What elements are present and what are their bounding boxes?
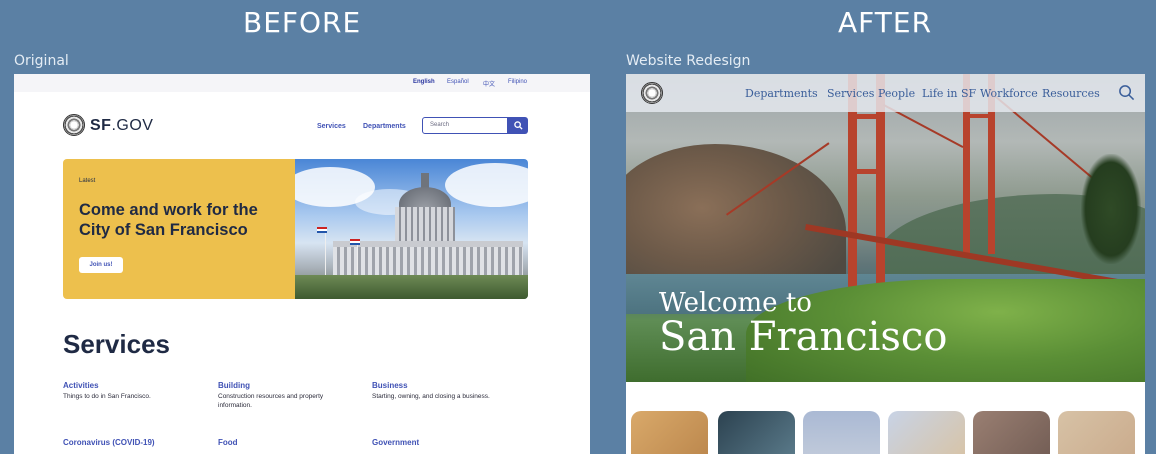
nav-departments[interactable]: Departments xyxy=(745,87,818,100)
before-screenshot: English Español 中文 Filipino SF.GOV Servi… xyxy=(14,74,590,454)
service-coronavirus[interactable]: Coronavirus (COVID-19) xyxy=(63,438,155,447)
welcome-line-2: San Francisco xyxy=(659,314,948,360)
service-business[interactable]: Business xyxy=(372,381,408,390)
category-tile[interactable] xyxy=(973,411,1050,454)
before-heading: BEFORE xyxy=(243,6,362,39)
language-chinese[interactable]: 中文 xyxy=(483,79,495,88)
language-bar: English Español 中文 Filipino xyxy=(14,74,590,92)
join-us-button[interactable]: Join us! xyxy=(79,257,123,273)
nav-departments[interactable]: Departments xyxy=(363,123,406,130)
service-food[interactable]: Food xyxy=(218,438,238,447)
nav-life-in-sf[interactable]: Life in SF xyxy=(922,87,976,100)
nav-services[interactable]: Services xyxy=(317,123,346,130)
service-activities-desc: Things to do in San Francisco. xyxy=(63,393,151,400)
search-placeholder: Search xyxy=(430,122,450,128)
category-tile[interactable] xyxy=(888,411,965,454)
category-tile[interactable] xyxy=(631,411,708,454)
hero-banner: Latest Come and work for the City of San… xyxy=(63,159,528,299)
after-heading: AFTER xyxy=(838,6,933,39)
after-screenshot: Departments Services People Life in SF W… xyxy=(626,74,1145,454)
search-input[interactable]: Search xyxy=(422,117,508,134)
service-building[interactable]: Building xyxy=(218,381,250,390)
logo-bold: SF xyxy=(90,117,112,134)
service-business-desc: Starting, owning, and closing a business… xyxy=(372,393,490,400)
category-tile[interactable] xyxy=(718,411,795,454)
nav-people[interactable]: People xyxy=(878,87,915,100)
category-tile[interactable] xyxy=(803,411,880,454)
city-seal-icon[interactable] xyxy=(641,82,663,104)
service-activities[interactable]: Activities xyxy=(63,381,99,390)
logo-rest: .GOV xyxy=(111,117,154,134)
hero-title: Come and work for the City of San Franci… xyxy=(79,201,258,239)
search-button[interactable] xyxy=(508,117,528,134)
hero-eyebrow: Latest xyxy=(79,178,96,184)
category-tile[interactable] xyxy=(1058,411,1135,454)
sfgov-logo[interactable]: SF.GOV xyxy=(90,117,153,135)
city-hall-image xyxy=(295,159,528,299)
search-icon xyxy=(513,121,523,130)
nav-workforce[interactable]: Workforce xyxy=(980,87,1038,100)
nav-resources[interactable]: Resources xyxy=(1042,87,1100,100)
language-english[interactable]: English xyxy=(413,79,435,85)
main-navigation: Departments Services People Life in SF W… xyxy=(626,74,1145,112)
city-seal-icon[interactable] xyxy=(63,114,85,136)
original-label: Original xyxy=(14,53,69,69)
language-filipino[interactable]: Filipino xyxy=(508,79,527,85)
hero-text-panel: Latest Come and work for the City of San… xyxy=(63,159,295,299)
search-icon[interactable] xyxy=(1118,84,1135,101)
language-espanol[interactable]: Español xyxy=(447,79,469,85)
service-building-desc: Construction resources and property info… xyxy=(218,393,324,409)
services-heading: Services xyxy=(63,329,170,359)
service-government[interactable]: Government xyxy=(372,438,419,447)
nav-services[interactable]: Services xyxy=(827,87,874,100)
redesign-label: Website Redesign xyxy=(626,53,751,69)
